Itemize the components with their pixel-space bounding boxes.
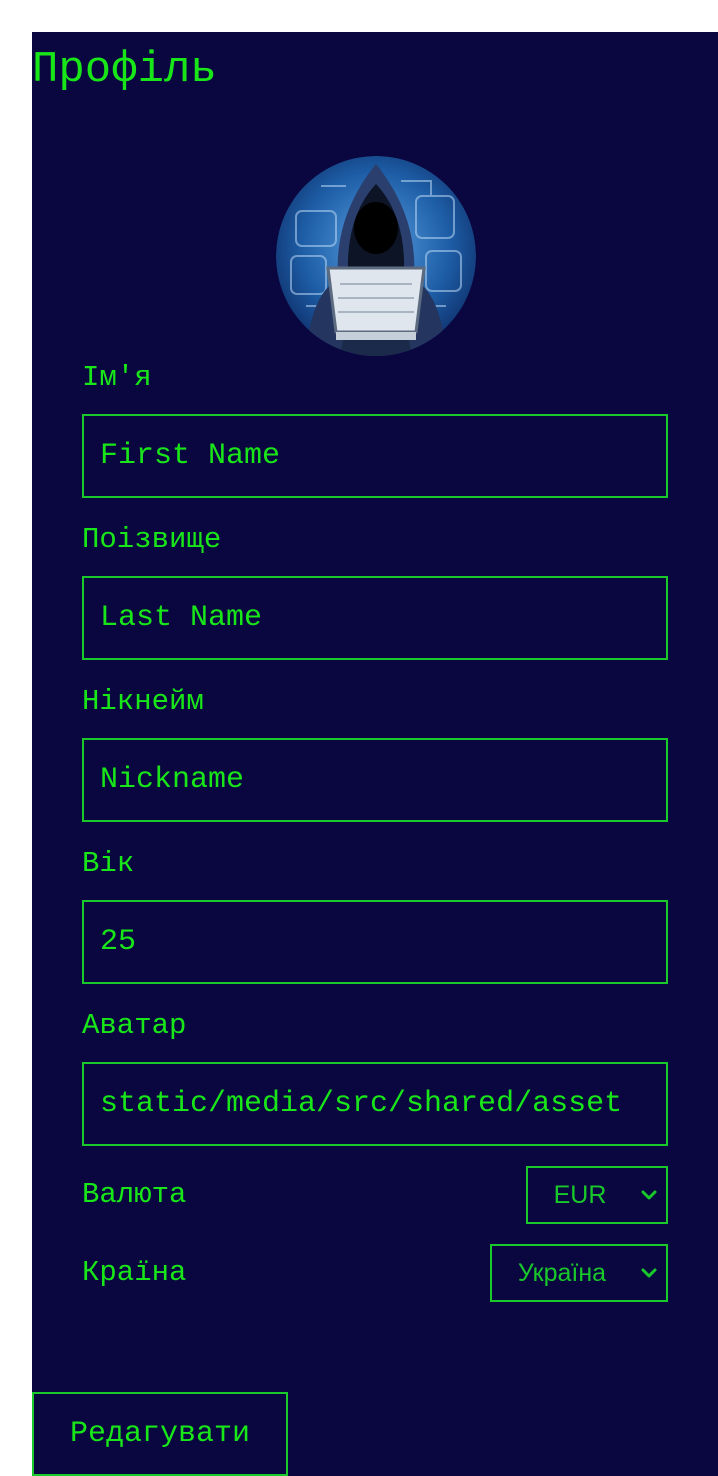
age-label: Вік: [82, 847, 135, 880]
page-title: Профіль: [32, 45, 217, 95]
first-name-label: Ім'я: [82, 361, 152, 394]
profile-panel: Профіль Ім'я First Name Поізвище Last Na…: [32, 32, 718, 1476]
currency-select[interactable]: EUR: [526, 1166, 668, 1224]
hooded-hacker-avatar-icon: [276, 156, 476, 356]
chevron-down-icon: [632, 1267, 666, 1279]
country-label: Країна: [82, 1256, 187, 1289]
nickname-label: Нікнейм: [82, 685, 204, 718]
chevron-down-icon: [632, 1189, 666, 1201]
nickname-input[interactable]: [82, 738, 668, 822]
currency-label: Валюта: [82, 1178, 187, 1211]
avatar: [276, 156, 476, 356]
last-name-input[interactable]: [82, 576, 668, 660]
avatar-label: Аватар: [82, 1009, 187, 1042]
currency-selected-value: EUR: [553, 1180, 607, 1209]
country-select[interactable]: Україна: [490, 1244, 668, 1302]
edit-button[interactable]: Редагувати: [32, 1392, 288, 1476]
age-input[interactable]: [82, 900, 668, 984]
avatar-url-input[interactable]: [82, 1062, 668, 1146]
last-name-label: Поізвище: [82, 523, 222, 556]
country-selected-value: Україна: [517, 1258, 607, 1287]
first-name-input[interactable]: [82, 414, 668, 498]
